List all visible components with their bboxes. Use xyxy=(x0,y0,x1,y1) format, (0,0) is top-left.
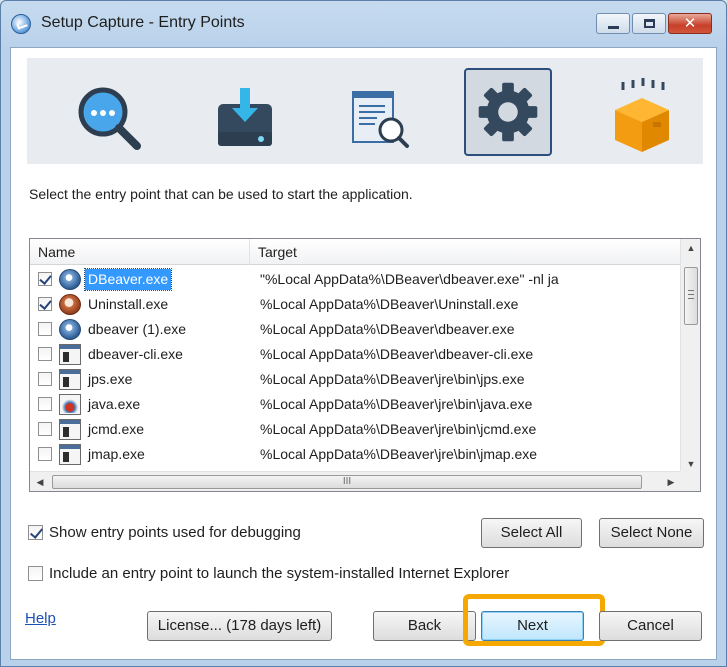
show-debug-checkbox[interactable] xyxy=(28,525,43,540)
row-name: DBeaver.exe xyxy=(83,268,173,291)
step-package xyxy=(599,76,685,162)
row-checkbox[interactable] xyxy=(38,447,52,461)
back-button[interactable]: Back xyxy=(373,611,476,641)
caption-buttons: ✕ xyxy=(596,13,712,34)
maximize-button[interactable] xyxy=(632,13,666,34)
step-search xyxy=(67,76,153,162)
row-target: %Local AppData%\DBeaver\jre\bin\jmap.exe xyxy=(260,446,538,462)
list-item[interactable]: jcmd.exe %Local AppData%\DBeaver\jre\bin\… xyxy=(30,417,680,442)
vertical-scroll-thumb[interactable] xyxy=(684,267,698,325)
app-icon xyxy=(11,14,31,34)
title-bar[interactable]: Setup Capture - Entry Points ✕ xyxy=(1,1,726,47)
list-item[interactable]: jmap.exe %Local AppData%\DBeaver\jre\bin\… xyxy=(30,442,680,467)
instruction-text: Select the entry point that can be used … xyxy=(29,186,413,202)
row-target: %Local AppData%\DBeaver\jre\bin\jcmd.exe xyxy=(260,421,537,437)
close-icon: ✕ xyxy=(683,15,697,32)
row-name: Uninstall.exe xyxy=(88,296,169,312)
step-entry-points xyxy=(464,68,552,156)
gear-icon xyxy=(478,82,538,142)
row-checkbox[interactable] xyxy=(38,372,52,386)
client-area: Select the entry point that can be used … xyxy=(10,47,717,660)
row-name: jcmd.exe xyxy=(88,421,145,437)
window-title: Setup Capture - Entry Points xyxy=(41,14,245,31)
list-item[interactable]: jps.exe %Local AppData%\DBeaver\jre\bin\j… xyxy=(30,367,680,392)
include-ie-option[interactable]: Include an entry point to launch the sys… xyxy=(28,565,509,582)
minimize-icon xyxy=(608,26,619,29)
list-item[interactable]: Uninstall.exe %Local AppData%\DBeaver\Uni… xyxy=(30,292,680,317)
scroll-left-icon[interactable]: ◀ xyxy=(30,472,50,491)
list-item[interactable]: java.exe %Local AppData%\DBeaver\jre\bin\… xyxy=(30,392,680,417)
list-rows: DBeaver.exe "%Local AppData%\DBeaver\dbea… xyxy=(30,267,680,467)
include-ie-checkbox[interactable] xyxy=(28,566,43,581)
include-ie-label: Include an entry point to launch the sys… xyxy=(49,565,510,582)
row-checkbox[interactable] xyxy=(38,272,52,286)
setup-capture-window: Setup Capture - Entry Points ✕ Select th… xyxy=(0,0,727,667)
select-none-button[interactable]: Select None xyxy=(599,518,704,548)
row-checkbox[interactable] xyxy=(38,297,52,311)
cancel-button[interactable]: Cancel xyxy=(599,611,702,641)
next-button[interactable]: Next xyxy=(481,611,584,641)
exe-icon xyxy=(59,419,81,440)
row-checkbox[interactable] xyxy=(38,422,52,436)
download-drive-icon xyxy=(218,88,272,146)
close-button[interactable]: ✕ xyxy=(668,13,712,34)
dbeaver-icon xyxy=(59,319,81,340)
vertical-scrollbar[interactable]: ▲ ▼ xyxy=(680,239,700,473)
row-target: "%Local AppData%\DBeaver\dbeaver.exe" -n… xyxy=(260,271,559,287)
row-name: dbeaver (1).exe xyxy=(88,321,187,337)
row-target: %Local AppData%\DBeaver\jre\bin\java.exe xyxy=(260,396,533,412)
row-target: %Local AppData%\DBeaver\dbeaver.exe xyxy=(260,321,515,337)
dbeaver-icon xyxy=(59,269,81,290)
java-icon xyxy=(59,394,81,415)
step-analyze xyxy=(337,76,423,162)
row-name: java.exe xyxy=(88,396,141,412)
scroll-right-icon[interactable]: ▶ xyxy=(661,472,681,491)
help-link[interactable]: Help xyxy=(25,610,56,627)
list-item[interactable]: DBeaver.exe "%Local AppData%\DBeaver\dbea… xyxy=(30,267,680,292)
scroll-up-icon[interactable]: ▲ xyxy=(681,239,700,257)
wizard-steps-banner xyxy=(27,58,703,164)
row-name: dbeaver-cli.exe xyxy=(88,346,183,362)
entry-points-list[interactable]: Name Target DBeaver.exe "%Local AppData%\… xyxy=(29,238,701,492)
row-target: %Local AppData%\DBeaver\Uninstall.exe xyxy=(260,296,519,312)
exe-icon xyxy=(59,369,81,390)
exe-icon xyxy=(59,344,81,365)
license-button[interactable]: License... (178 days left) xyxy=(147,611,332,641)
row-checkbox[interactable] xyxy=(38,347,52,361)
row-checkbox[interactable] xyxy=(38,397,52,411)
document-search-icon xyxy=(352,91,409,148)
exe-icon xyxy=(59,444,81,465)
list-header: Name Target xyxy=(30,239,680,265)
list-item[interactable]: dbeaver (1).exe %Local AppData%\DBeaver\d… xyxy=(30,317,680,342)
row-checkbox[interactable] xyxy=(38,322,52,336)
show-debug-label: Show entry points used for debugging xyxy=(49,524,301,541)
horizontal-scrollbar[interactable]: ◀ III ▶ xyxy=(30,471,681,491)
step-install xyxy=(202,76,288,162)
row-target: %Local AppData%\DBeaver\dbeaver-cli.exe xyxy=(260,346,534,362)
row-name: jmap.exe xyxy=(88,446,145,462)
row-target: %Local AppData%\DBeaver\jre\bin\jps.exe xyxy=(260,371,525,387)
package-box-icon xyxy=(615,78,669,152)
horizontal-scroll-thumb[interactable]: III xyxy=(52,475,642,489)
show-debug-option[interactable]: Show entry points used for debugging xyxy=(28,524,301,541)
column-header-name[interactable]: Name xyxy=(30,239,250,265)
minimize-button[interactable] xyxy=(596,13,630,34)
scroll-corner xyxy=(680,471,700,491)
list-item[interactable]: dbeaver-cli.exe %Local AppData%\DBeaver\d… xyxy=(30,342,680,367)
search-dots-icon xyxy=(78,87,141,150)
uninstall-icon xyxy=(59,294,81,315)
column-header-target[interactable]: Target xyxy=(250,239,680,265)
select-all-button[interactable]: Select All xyxy=(481,518,582,548)
maximize-icon xyxy=(644,19,655,28)
scroll-grip-icon xyxy=(688,290,694,299)
row-name: jps.exe xyxy=(88,371,133,387)
